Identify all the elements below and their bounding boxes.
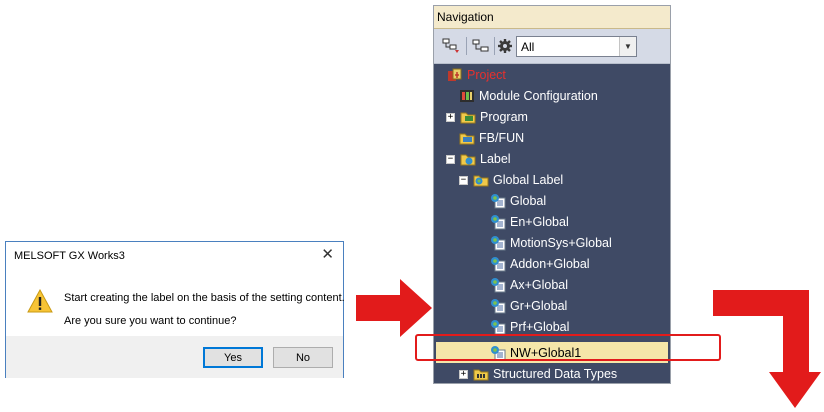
- collapse-tree-icon[interactable]: [442, 38, 460, 54]
- tree-item-fb-fun[interactable]: FB/FUN: [459, 128, 524, 148]
- tree-item-motionsys-global[interactable]: MotionSys+Global: [490, 233, 612, 253]
- tree-item-label: Gr+Global: [510, 299, 568, 313]
- warning-icon: [27, 289, 53, 313]
- module-configuration-icon: [460, 90, 474, 102]
- close-icon[interactable]: ✕: [321, 247, 334, 263]
- tree-item-label: Module Configuration: [479, 89, 598, 103]
- expand-icon[interactable]: +: [446, 112, 455, 122]
- toolbar-separator: [466, 37, 467, 55]
- global-label-file-icon: [491, 278, 506, 293]
- navigation-toolbar: All ▼: [434, 29, 670, 64]
- toolbar-separator: [494, 37, 495, 55]
- dialog-footer: Yes No: [6, 336, 343, 378]
- tree-item-label-folder[interactable]: − Label: [446, 149, 511, 169]
- tree-item-label: Program: [480, 110, 528, 124]
- highlight-box: [415, 334, 721, 361]
- global-label-file-icon: [491, 236, 506, 251]
- tree-item-label: FB/FUN: [479, 131, 525, 145]
- tree-item-label: Global: [510, 194, 547, 208]
- tree-item-label: Structured Data Types: [493, 367, 618, 381]
- global-label-file-icon: [491, 194, 506, 209]
- expand-icon[interactable]: +: [459, 369, 468, 379]
- navigation-panel: Navigation All ▼ Project Module Configur…: [433, 5, 671, 384]
- structured-data-types-icon: [473, 369, 489, 381]
- dialog-body: Start creating the label on the basis of…: [6, 270, 345, 336]
- tree-item-label: Ax+Global: [510, 278, 569, 292]
- filter-select[interactable]: All ▼: [516, 36, 637, 57]
- navigation-title: Navigation: [434, 6, 670, 29]
- project-icon: [448, 68, 462, 81]
- global-label-file-icon: [491, 257, 506, 272]
- global-label-file-icon: [491, 299, 506, 314]
- tree-item-module-configuration[interactable]: Module Configuration: [459, 86, 598, 106]
- tree-view-icon[interactable]: [472, 38, 490, 54]
- tree-item-label: MotionSys+Global: [510, 236, 612, 250]
- dialog-titlebar: MELSOFT GX Works3 ✕: [6, 242, 343, 270]
- label-folder-icon: [460, 154, 476, 166]
- tree-item-addon-global[interactable]: Addon+Global: [490, 254, 590, 274]
- global-label-icon: [473, 175, 489, 187]
- yes-button[interactable]: Yes: [203, 347, 263, 368]
- tree-item-global[interactable]: Global: [490, 191, 546, 211]
- global-label-file-icon: [491, 320, 506, 335]
- confirmation-dialog: MELSOFT GX Works3 ✕ Start creating the l…: [5, 241, 345, 378]
- tree-item-structured-data-types[interactable]: + Structured Data Types: [459, 364, 618, 383]
- down-arrow-icon: [713, 290, 821, 408]
- dialog-title: MELSOFT GX Works3: [14, 250, 125, 262]
- fb-fun-folder-icon: [459, 133, 475, 145]
- dialog-message-line2: Are you sure you want to continue?: [64, 315, 237, 327]
- tree-item-label: Project: [467, 68, 506, 82]
- program-folder-icon: [460, 112, 476, 124]
- collapse-icon[interactable]: −: [459, 175, 468, 185]
- collapse-icon[interactable]: −: [446, 154, 455, 164]
- dialog-message-line1: Start creating the label on the basis of…: [64, 292, 345, 304]
- tree-item-label: Global Label: [493, 173, 564, 187]
- tree-item-label: Label: [480, 152, 511, 166]
- tree-item-project[interactable]: Project: [447, 65, 506, 85]
- tree-item-gr-global[interactable]: Gr+Global: [490, 296, 567, 316]
- tree-item-label: Prf+Global: [510, 320, 570, 334]
- no-button[interactable]: No: [273, 347, 333, 368]
- tree-item-program[interactable]: + Program: [446, 107, 528, 127]
- tree-item-en-global[interactable]: En+Global: [490, 212, 569, 232]
- tree-item-label: En+Global: [510, 215, 569, 229]
- tree-item-global-label[interactable]: − Global Label: [459, 170, 563, 190]
- tree-item-label: Addon+Global: [510, 257, 590, 271]
- settings-gear-icon[interactable]: [496, 38, 514, 54]
- right-arrow-icon: [356, 279, 432, 337]
- filter-select-value: All: [521, 39, 535, 54]
- chevron-down-icon[interactable]: ▼: [619, 37, 636, 56]
- global-label-file-icon: [491, 215, 506, 230]
- tree-item-ax-global[interactable]: Ax+Global: [490, 275, 568, 295]
